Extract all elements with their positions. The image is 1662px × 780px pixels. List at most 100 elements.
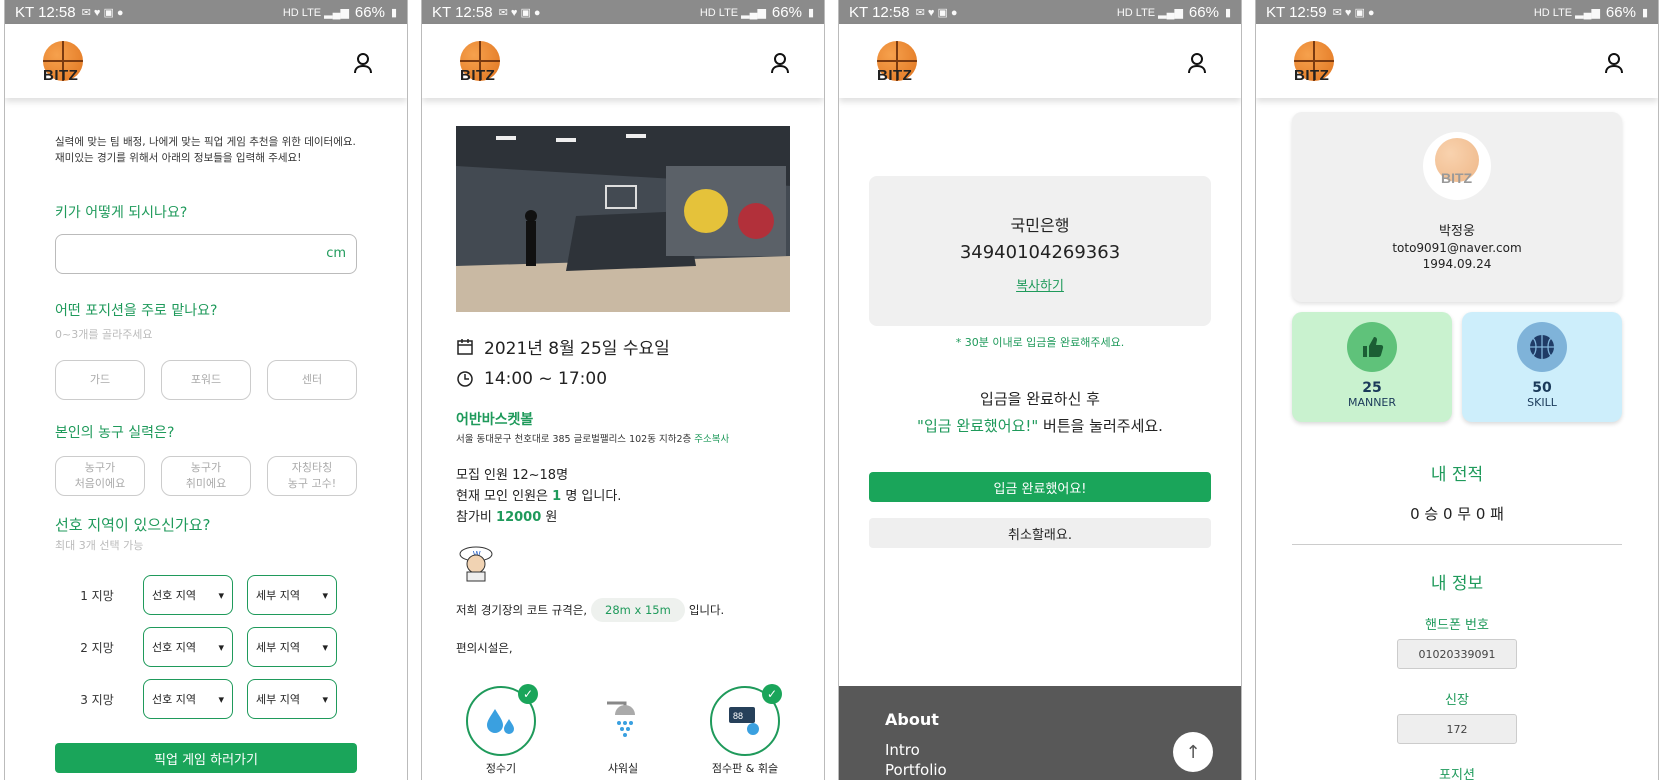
position-hint: 0~3개를 골라주세요 <box>55 328 153 341</box>
skill-beginner-option[interactable]: 농구가 처음이에요 <box>55 456 145 496</box>
region-question: 선호 지역이 있으신가요? <box>55 516 211 534</box>
position-guard-option[interactable]: 가드 <box>55 360 145 400</box>
scroll-top-button[interactable]: ↑ <box>1173 732 1213 772</box>
user-icon[interactable] <box>770 52 790 74</box>
facility-scoreboard: ✓ 88 점수판 & 휘슬 <box>710 684 782 776</box>
height-input[interactable]: cm <box>55 234 357 274</box>
stat-cards: 25 MANNER 50 SKILL <box>1292 312 1622 422</box>
notification-icons: ✉ ♥ ▣ ● <box>1332 6 1375 19</box>
region-select-value: 선호 지역 <box>152 641 196 654</box>
signal-icon: HD LTE ▂▄▆ <box>282 6 349 19</box>
user-icon[interactable] <box>1604 52 1624 74</box>
calendar-icon <box>457 338 473 355</box>
region-select[interactable]: 선호 지역 ▾ <box>143 627 233 667</box>
signal-icon: HD LTE ▂▄▆ <box>1116 6 1183 19</box>
profile-birth: 1994.09.24 <box>1422 257 1492 271</box>
instruction-quote: "입금 완료했어요!" <box>917 417 1039 435</box>
position-center-option[interactable]: 센터 <box>267 360 357 400</box>
payment-complete-button[interactable]: 입금 완료했어요! <box>869 472 1211 502</box>
facility-label: 점수판 & 휘슬 <box>711 762 779 775</box>
detail-select-value: 세부 지역 <box>256 693 300 706</box>
footer-link-portfolio[interactable]: Portfolio <box>885 761 1195 779</box>
check-icon: ✓ <box>518 684 538 704</box>
current-count: 1 <box>552 489 562 504</box>
user-icon[interactable] <box>353 52 373 74</box>
preference-rank: 3 지망 <box>80 692 114 707</box>
region-select[interactable]: 선호 지역 ▾ <box>143 679 233 719</box>
account-number: 34940104269363 <box>959 242 1121 263</box>
court-illustration <box>456 126 790 312</box>
detail-select-value: 세부 지역 <box>256 589 300 602</box>
footer-title: About <box>885 710 939 729</box>
svg-text:88: 88 <box>733 711 743 721</box>
skill-expert-line1: 자칭타칭 <box>291 461 333 474</box>
detail-region-select[interactable]: 세부 지역 ▾ <box>247 627 337 667</box>
battery-level: 66% <box>771 3 802 21</box>
skill-options: 농구가 처음이에요 농구가 취미에요 자칭타칭 농구 고수! <box>55 456 357 496</box>
facility-label: 정수기 <box>485 762 517 775</box>
current-count-row: 현재 모인 인원은 1 명 입니다. <box>456 486 790 507</box>
skill-expert-option[interactable]: 자칭타칭 농구 고수! <box>267 456 357 496</box>
skill-card: 50 SKILL <box>1462 312 1622 422</box>
profile-avatar[interactable]: BITZ <box>1423 132 1491 200</box>
detail-region-select[interactable]: 세부 지역 ▾ <box>247 679 337 719</box>
region-hint: 최대 3개 선택 가능 <box>55 539 144 552</box>
bitz-logo[interactable]: BITZ <box>1290 41 1338 89</box>
status-bar: KT 12:58 ✉ ♥ ▣ ● HD LTE ▂▄▆ 66% ▮ <box>5 0 407 24</box>
region-select[interactable]: 선호 지역 ▾ <box>143 575 233 615</box>
bitz-logo[interactable]: BITZ <box>873 41 921 89</box>
skill-hobby-option[interactable]: 농구가 취미에요 <box>161 456 251 496</box>
notification-icons: ✉ ♥ ▣ ● <box>498 6 541 19</box>
phone-field[interactable]: 01020339091 <box>1397 639 1517 669</box>
start-pickup-button[interactable]: 픽업 게임 하러가기 <box>55 743 357 773</box>
record-value: 0 승 0 무 0 패 <box>1410 505 1504 523</box>
carrier-time: KT 12:58 <box>849 3 910 21</box>
user-icon[interactable] <box>1187 52 1207 74</box>
preference-rank: 1 지망 <box>80 588 114 603</box>
carrier-time: KT 12:58 <box>15 3 76 21</box>
facility-shower: 샤워실 <box>588 686 658 776</box>
host-avatar-icon: W <box>459 546 493 582</box>
position-forward-option[interactable]: 포워드 <box>161 360 251 400</box>
dropdown-arrow-icon: ▾ <box>218 692 224 706</box>
signal-icon: HD LTE ▂▄▆ <box>1533 6 1600 19</box>
copy-address-link[interactable]: 주소복사 <box>694 434 729 445</box>
check-icon: ✓ <box>762 684 782 704</box>
payment-deadline-notice: * 30분 이내로 입금을 완료해주세요. <box>955 336 1125 349</box>
battery-level: 66% <box>354 3 385 21</box>
phone-label: 핸드폰 번호 <box>1425 618 1489 633</box>
venue-name: 어반바스켓볼 <box>456 412 534 428</box>
current-suffix: 명 입니다. <box>565 489 622 504</box>
fee-amount: 12000 <box>496 510 542 525</box>
preference-row-1: 1 지망 선호 지역 ▾ 세부 지역 ▾ <box>55 575 357 615</box>
game-date: 2021년 8월 25일 수요일 <box>484 339 670 359</box>
position-question: 어떤 포지션을 주로 맡나요? <box>55 303 218 319</box>
intro-text-2: 재미있는 경기를 위해서 아래의 정보들을 입력해 주세요! <box>55 152 302 164</box>
bitz-logo[interactable]: BITZ <box>39 41 87 89</box>
arrow-up-icon: ↑ <box>1185 741 1201 763</box>
battery-icon: ▮ <box>1224 6 1231 19</box>
section-divider <box>1292 544 1622 545</box>
height-field[interactable]: 172 <box>1397 714 1517 744</box>
bank-name: 국민은행 <box>1010 216 1070 235</box>
game-time-row: 14:00 ~ 17:00 <box>456 369 790 389</box>
profile-card: BITZ 박정웅 toto9091@naver.com 1994.09.24 <box>1292 112 1622 302</box>
instruction-suffix: 버튼을 눌러주세요. <box>1043 417 1163 435</box>
basketball-icon <box>1517 322 1567 372</box>
profile-email: toto9091@naver.com <box>1392 241 1522 255</box>
skill-beginner-line2: 처음이에요 <box>74 477 126 490</box>
footer-link-intro[interactable]: Intro <box>885 741 1195 759</box>
current-prefix: 현재 모인 인원은 <box>456 489 548 504</box>
payment-screen: KT 12:58 ✉ ♥ ▣ ● HD LTE ▂▄▆ 66% ▮ BITZ 국민은행… <box>838 0 1242 780</box>
copy-account-link[interactable]: 복사하기 <box>869 275 1211 294</box>
region-select-value: 선호 지역 <box>152 589 196 602</box>
court-prefix: 저희 경기장의 코트 규격은, <box>456 603 588 617</box>
preference-row-2: 2 지망 선호 지역 ▾ 세부 지역 ▾ <box>55 627 357 667</box>
thumbs-up-icon <box>1347 322 1397 372</box>
payment-instruction-1: 입금을 완료하신 후 <box>980 390 1100 408</box>
detail-region-select[interactable]: 세부 지역 ▾ <box>247 575 337 615</box>
court-size-row: 저희 경기장의 코트 규격은, 28m x 15m 입니다. <box>456 598 790 622</box>
dropdown-arrow-icon: ▾ <box>218 640 224 654</box>
bitz-logo[interactable]: BITZ <box>456 41 504 89</box>
cancel-button[interactable]: 취소할래요. <box>869 518 1211 548</box>
